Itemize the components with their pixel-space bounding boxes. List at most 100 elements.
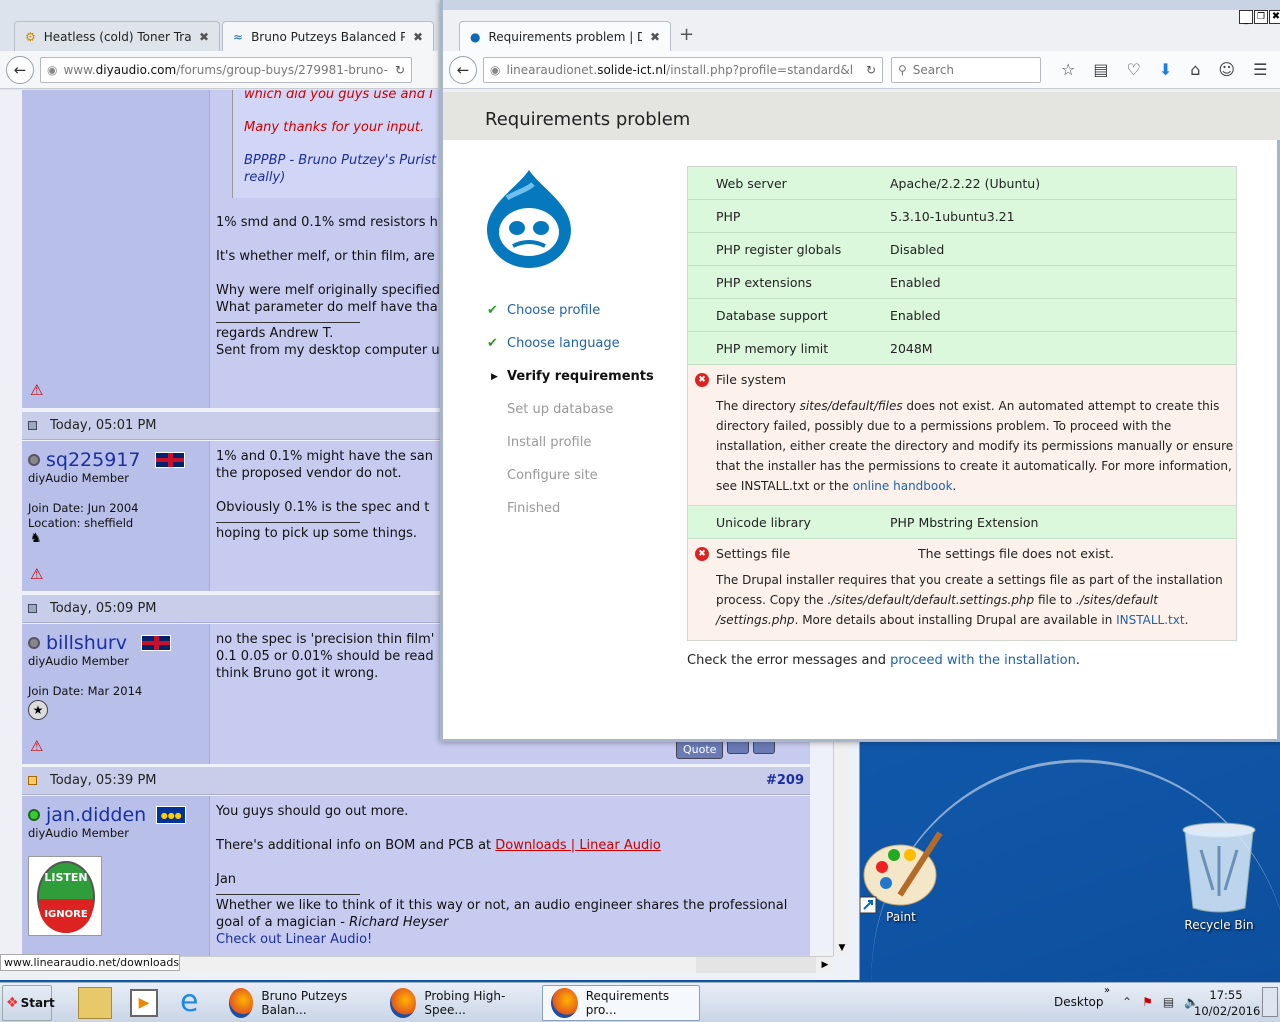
error-text: The Drupal installer requires that you c… [716,573,1223,587]
post-time: Today, 05:01 PM [50,418,157,433]
post-text: What parameter do melf have tha [216,300,438,315]
new-post-icon [28,776,37,785]
post-text: Why were melf originally specified [216,283,440,298]
requirement-row: PHP 5.3.10-1ubuntu3.21 [688,200,1236,233]
step-current: ▶ Verify requirements [487,360,677,393]
show-hidden-icons-icon[interactable]: ⌃ [1122,995,1132,1009]
clock[interactable]: 17:55 10/02/2016 [1194,987,1260,1019]
new-tab-button[interactable]: + [679,24,694,45]
pocket-icon[interactable]: ♡ [1126,60,1140,79]
post-number-link[interactable]: #209 [766,773,804,788]
online-handbook-link[interactable]: online handbook [853,479,953,493]
paint-icon [859,831,943,914]
show-desktop-button[interactable] [1262,987,1278,1017]
close-tab-icon[interactable]: ✖ [650,30,660,44]
quick-reply-button[interactable] [753,740,776,754]
minimize-icon[interactable]: _ [1239,10,1253,25]
back-button[interactable]: ← [6,55,34,84]
post-text: There's additional info on BOM and PCB a… [216,838,496,853]
username-link[interactable]: billshurv [46,632,127,654]
install-steps: ✔ Choose profile ✔ Choose language ▶ Verify… [487,294,677,525]
recycle-bin-desktop-icon[interactable]: Recycle Bin [1176,820,1262,932]
requirement-value: Enabled [890,307,941,323]
forum-left-margin [0,90,22,956]
downloads-link[interactable]: Downloads | Linear Audio [495,838,661,853]
scroll-down-icon[interactable]: ▼ [834,940,850,956]
close-window-icon[interactable]: ✖ [1269,10,1280,24]
requirement-row-error: ✖ File system The directory sites/defaul… [688,365,1236,506]
quote-button[interactable]: Quote [676,740,724,759]
clock-time: 17:55 [1209,988,1243,1002]
error-text: . More details about installing Drupal a… [794,613,1117,627]
offline-status-icon [28,454,40,466]
step-done: ✔ Choose profile [487,294,677,327]
start-button[interactable]: ❖ Start [2,985,55,1021]
restore-icon[interactable]: ❐ [1254,10,1268,24]
post-time: Today, 05:09 PM [50,601,157,616]
downloads-icon[interactable]: ⬇ [1159,60,1172,79]
reading-list-icon[interactable]: ▤ [1093,60,1108,79]
firefox-icon [551,988,578,1018]
file-explorer-icon[interactable] [78,987,112,1019]
post-text-with-link: There's additional info on BOM and PCB a… [216,837,804,854]
post3-user-column: billshurv diyAudio Member Join Date: Mar… [22,624,210,764]
linear-audio-link[interactable]: Check out Linear Audio! [216,931,804,948]
signature-divider [216,894,360,895]
menu-icon[interactable]: ☰ [1253,60,1267,79]
signature-divider [216,322,360,323]
scroll-right-icon[interactable]: ▶ [817,957,833,973]
close-tab-icon[interactable]: ✖ [199,30,209,44]
action-center-icon[interactable]: ⚑ [1142,995,1153,1009]
tab-heatless-toner[interactable]: ⚙ Heatless (cold) Toner Tran... ✖ [14,21,220,51]
tab-label: Bruno Putzeys Balanced Pr... [251,29,405,44]
report-post-icon[interactable]: ⚠ [30,382,46,398]
multi-quote-button[interactable] [727,740,750,754]
report-post-icon[interactable]: ⚠ [30,738,46,754]
chat-icon[interactable]: ☺ [1218,60,1235,79]
install-txt-link[interactable]: INSTALL.txt [1116,613,1184,627]
network-icon[interactable]: ▤ [1163,995,1174,1009]
username-link[interactable]: sq225917 [46,449,141,471]
report-post-icon[interactable]: ⚠ [30,566,46,582]
media-player-icon[interactable]: ▶ [130,989,158,1017]
requirement-value: Enabled [890,274,941,290]
reload-icon[interactable]: ↻ [395,63,405,77]
post-text: regards Andrew T. [216,326,334,341]
taskbar-item-requirements[interactable]: Requirements pro... [542,985,700,1021]
search-box[interactable]: ⚲ Search [891,56,1041,83]
quote-line: BPPBP - Bruno Putzey's Purist [244,153,437,168]
back-button[interactable]: ← [449,55,477,84]
taskbar-item-probing[interactable]: Probing High-Spee... [381,985,541,1021]
internet-explorer-icon[interactable]: e [180,986,198,1018]
globe-icon: ◉ [490,62,501,77]
tab-requirements-problem[interactable]: ● Requirements problem | Dr... ✖ [459,21,671,51]
close-tab-icon[interactable]: ✖ [413,30,423,44]
step-pending: Configure site [507,468,598,483]
toolbar-expand-icon[interactable]: » [1104,985,1110,996]
taskbar-item-bruno[interactable]: Bruno Putzeys Balan... [220,985,380,1021]
paint-desktop-icon[interactable]: Paint [858,825,948,924]
quote-line: which did you guys use and I [244,90,433,102]
reload-icon[interactable]: ↻ [866,63,876,77]
user-role: diyAudio Member [28,826,129,840]
step-pending: Install profile [507,435,592,450]
step-done: ✔ Choose language [487,327,677,360]
proceed-installation-link[interactable]: proceed with the installation [890,653,1076,668]
star-badge-icon: ★ [28,700,48,720]
address-bar[interactable]: ◉ www.diyaudio.com/forums/group-buys/279… [40,56,412,83]
address-bar[interactable]: ◉ linearaudionet.solide-ict.nl/install.p… [483,56,883,83]
post-text: It's whether melf, or thin film, are [216,249,435,264]
username-link[interactable]: jan.didden [46,804,146,826]
home-icon[interactable]: ⌂ [1190,60,1200,79]
url-text: www.diyaudio.com/forums/group-buys/27998… [63,63,388,77]
error-text: . [952,479,957,493]
tab-bruno-putzeys[interactable]: ≈ Bruno Putzeys Balanced Pr... ✖ [222,21,434,51]
windows-logo-icon: ❖ [6,995,19,1011]
user-role: diyAudio Member [28,654,129,668]
taskbar: ❖ Start ▶ e Bruno Putzeys Balan... Probin… [0,982,1280,1022]
requirement-name: Database support [716,307,828,323]
recycle-bin-label: Recycle Bin [1184,918,1254,932]
desktop-toolbar-label[interactable]: Desktop [1054,995,1104,1009]
requirement-name: PHP register globals [716,241,842,257]
bookmark-star-icon[interactable]: ☆ [1061,60,1075,79]
